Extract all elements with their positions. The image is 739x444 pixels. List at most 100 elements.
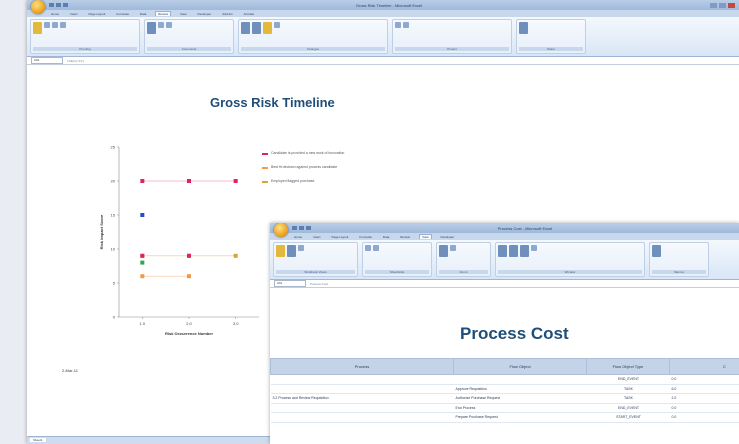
scatter-chart: 0 5 10 15 20 25 1.0 2.0 3.0 Risk Occurrence Numbe… <box>99 145 259 336</box>
tab-data[interactable]: Data <box>138 12 148 16</box>
group-label: Zoom <box>439 270 488 274</box>
share-icon[interactable] <box>519 22 528 34</box>
cell-cost[interactable]: 6.0 <box>669 384 739 394</box>
table-row[interactable]: End Process END_EVENT 0.0 <box>270 403 739 413</box>
previous-comment-icon[interactable] <box>166 22 172 28</box>
group-label: Share <box>519 47 583 51</box>
name-box[interactable]: A94 <box>31 57 63 64</box>
tab-acrobat[interactable]: Acrobat <box>242 12 256 16</box>
header-flow-object[interactable]: Flow Object <box>453 358 587 375</box>
close-button[interactable] <box>728 2 735 8</box>
formula-input[interactable]: Process Cost <box>310 282 328 286</box>
share-workbook-icon[interactable] <box>263 22 272 34</box>
tab-view[interactable]: View <box>178 12 188 16</box>
minimize-button[interactable] <box>710 2 717 8</box>
tab-formulas[interactable]: Formulas <box>357 235 374 239</box>
spelling-icon[interactable] <box>33 22 42 34</box>
protect-workbook-icon[interactable] <box>252 22 261 34</box>
window-controls <box>710 2 735 8</box>
tab-insert[interactable]: Insert <box>68 12 80 16</box>
legend-item: Candidate is provided a new work of inno… <box>262 151 352 156</box>
table-row[interactable]: END_EVENT 0.0 <box>270 374 739 385</box>
chart-plot-area: 0 5 10 15 20 25 1.0 2.0 3.0 Risk Occurrence Numbe… <box>89 137 279 362</box>
allow-edit-icon[interactable] <box>395 22 401 28</box>
table-row[interactable]: Prepare Purchase Request START_EVENT 0.0 <box>270 412 739 423</box>
cell-type[interactable]: END_EVENT <box>586 374 670 385</box>
save-icon[interactable] <box>49 3 54 7</box>
header-flow-object-type[interactable]: Flow Object Type <box>586 358 670 375</box>
cell-flow-object[interactable]: Prepare Purchase Request <box>453 412 587 423</box>
tab-review[interactable]: Review <box>398 235 412 239</box>
page-layout-view-icon[interactable] <box>287 245 296 257</box>
zoom-icon[interactable] <box>439 245 448 257</box>
series-0-point <box>233 179 238 183</box>
cell-process[interactable] <box>270 384 454 394</box>
normal-view-icon[interactable] <box>276 245 285 257</box>
page-break-icon[interactable] <box>298 245 304 251</box>
cell-process[interactable] <box>270 403 454 413</box>
cell-type[interactable]: START_EVENT <box>586 412 670 423</box>
tab-insert[interactable]: Insert <box>311 235 323 239</box>
sheet-tab[interactable]: Sheet1 <box>30 438 46 442</box>
tab-page-layout[interactable]: Page Layout <box>87 12 108 16</box>
cell-flow-object[interactable]: End Process <box>453 403 587 413</box>
protect-sheet-icon[interactable] <box>241 22 250 34</box>
undo-icon[interactable] <box>299 226 304 230</box>
track-changes-icon[interactable] <box>274 22 280 28</box>
freeze-panes-icon[interactable] <box>520 245 529 257</box>
cell-cost[interactable]: 2.0 <box>669 393 739 404</box>
new-window-icon[interactable] <box>498 245 507 257</box>
table-row[interactable]: 3.2 Process and Review Requisition Autho… <box>270 393 739 404</box>
name-box[interactable]: A91 <box>274 280 306 287</box>
lock-icon[interactable] <box>403 22 409 28</box>
header-process[interactable]: Process <box>270 358 454 375</box>
cell-cost[interactable]: 0.0 <box>669 412 739 423</box>
tab-home[interactable]: Home <box>292 235 304 239</box>
cell-flow-object[interactable]: Authorize Purchase Request <box>453 393 587 404</box>
tab-add-ins[interactable]: Add-Ins <box>220 12 234 16</box>
cell-cost[interactable]: 0.0 <box>669 403 739 413</box>
new-comment-icon[interactable] <box>147 22 156 34</box>
y-tick-label: 5 <box>113 281 116 286</box>
delete-comment-icon[interactable] <box>158 22 164 28</box>
office-button[interactable] <box>31 0 45 14</box>
translate-icon[interactable] <box>60 22 66 28</box>
maximize-button[interactable] <box>719 2 726 8</box>
research-icon[interactable] <box>44 22 50 28</box>
undo-icon[interactable] <box>56 3 61 7</box>
thesaurus-icon[interactable] <box>52 22 58 28</box>
cell-flow-object[interactable] <box>453 374 587 385</box>
y-tick-label: 25 <box>111 145 116 150</box>
cell-flow-object[interactable]: Approve Requisition <box>453 384 587 394</box>
quick-access-toolbar <box>292 226 311 230</box>
cell-type[interactable]: END_EVENT <box>586 403 670 413</box>
tab-data[interactable]: Data <box>381 235 391 239</box>
y-tick-label: 0 <box>113 315 116 320</box>
save-icon[interactable] <box>292 226 297 230</box>
formula-input[interactable]: =CELL("A1") <box>67 59 84 63</box>
cell-process[interactable] <box>270 374 454 385</box>
table-row[interactable]: Approve Requisition TASK 6.0 <box>270 384 739 394</box>
tab-page-layout[interactable]: Page Layout <box>330 235 351 239</box>
split-icon[interactable] <box>531 245 537 251</box>
legend-item: Best fit decision against process candid… <box>262 165 352 170</box>
cell-type[interactable]: TASK <box>586 393 670 404</box>
tab-formulas[interactable]: Formulas <box>114 12 131 16</box>
arrange-all-icon[interactable] <box>509 245 518 257</box>
office-button[interactable] <box>274 223 288 237</box>
cell-type[interactable]: TASK <box>586 384 670 394</box>
header-cost[interactable]: C <box>669 358 739 375</box>
macros-icon[interactable] <box>652 245 661 257</box>
gridlines-checkbox[interactable] <box>373 245 379 251</box>
y-tick-label: 20 <box>111 179 116 184</box>
tab-view[interactable]: View <box>419 234 432 239</box>
cell-process[interactable] <box>270 412 454 423</box>
tab-review[interactable]: Review <box>155 11 172 16</box>
tab-developer[interactable]: Developer <box>196 12 214 16</box>
tab-developer[interactable]: Developer <box>439 235 457 239</box>
zoom-100-icon[interactable] <box>450 245 456 251</box>
tab-home[interactable]: Home <box>49 12 61 16</box>
cell-process[interactable]: 3.2 Process and Review Requisition <box>270 393 454 404</box>
ruler-checkbox[interactable] <box>365 245 371 251</box>
cell-cost[interactable]: 0.0 <box>669 374 739 385</box>
